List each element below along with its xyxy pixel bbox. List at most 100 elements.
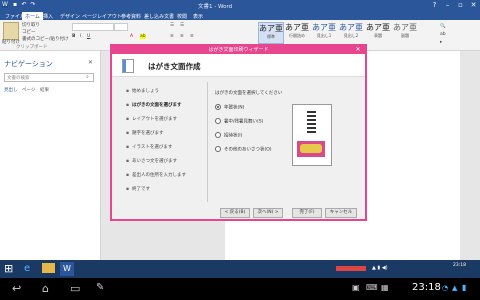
style-label: 見出し1 bbox=[316, 33, 332, 38]
paste-icon[interactable] bbox=[3, 22, 19, 40]
radio-button[interactable] bbox=[215, 104, 221, 110]
radio-button[interactable] bbox=[215, 118, 221, 124]
next-button[interactable]: 次へ(N) > bbox=[253, 208, 283, 218]
search-input[interactable]: 文書の検索 ⌕ bbox=[4, 73, 94, 82]
wizard-step[interactable]: ▪ 差出人の住所を入力します bbox=[126, 172, 186, 178]
search-placeholder: 文書の検索 bbox=[7, 76, 30, 81]
wizard-step[interactable]: ▪ 始めましょう bbox=[126, 88, 159, 94]
step-label: レイアウトを選びます bbox=[132, 117, 177, 122]
screenshot-icon[interactable]: ▦ bbox=[381, 283, 389, 292]
preview-illustration bbox=[297, 141, 325, 157]
style-label: 標準 bbox=[267, 34, 275, 39]
preview-calligraphy bbox=[307, 111, 316, 133]
font-size-box[interactable] bbox=[114, 23, 128, 31]
option-new-year[interactable]: 年賀状(N) bbox=[215, 104, 244, 111]
style-heading2[interactable]: あア亜 見出し2 bbox=[339, 22, 363, 42]
style-sample: あア亜 bbox=[259, 24, 283, 33]
nav-title: ナビゲーション bbox=[4, 60, 53, 68]
undo-icon[interactable]: ↶ bbox=[21, 2, 27, 8]
tab-results[interactable]: 結果 bbox=[40, 87, 49, 93]
dialog-title: はがき文面印刷ウィザード bbox=[112, 46, 365, 54]
style-sample: あア亜 bbox=[285, 23, 309, 32]
align-left-icon[interactable]: ≡ bbox=[170, 34, 174, 39]
highlight-icon[interactable]: ab bbox=[140, 34, 146, 39]
internet-explorer-icon[interactable]: e bbox=[24, 263, 30, 275]
radio-button[interactable] bbox=[215, 146, 221, 152]
file-explorer-icon[interactable] bbox=[42, 263, 55, 273]
style-sample: あア亜 bbox=[339, 23, 363, 32]
windows-taskbar: ⊞ e W ▲ ▮ ◀) 23:18 bbox=[0, 260, 480, 278]
step-label: 差出人の住所を入力します bbox=[132, 173, 186, 178]
cut-button[interactable]: 切り取り bbox=[22, 22, 40, 28]
word-taskbar-icon[interactable]: W bbox=[60, 262, 74, 276]
option-summer-greeting[interactable]: 暑中/残暑見舞い(S) bbox=[215, 118, 263, 125]
option-other-greeting[interactable]: その他のあいさつ状(O) bbox=[215, 146, 272, 153]
back-icon[interactable]: ↩ bbox=[12, 282, 21, 295]
start-icon[interactable]: ⊞ bbox=[4, 263, 13, 275]
tab-headings[interactable]: 見出し bbox=[4, 87, 18, 93]
minimize-button[interactable]: – bbox=[441, 0, 454, 11]
maximize-button[interactable]: ▫ bbox=[454, 0, 467, 11]
recent-apps-icon[interactable]: ▭ bbox=[70, 282, 80, 295]
tray-clock: 23:18 bbox=[453, 263, 466, 268]
postcard-icon bbox=[122, 59, 134, 73]
wizard-step[interactable]: ▪ イラストを選びます bbox=[126, 144, 172, 150]
select-icon[interactable]: ▸ bbox=[440, 40, 442, 45]
home-icon[interactable]: ⌂ bbox=[42, 282, 49, 295]
wizard-step[interactable]: ▪ 終了です bbox=[126, 186, 150, 192]
replace-icon[interactable]: ab bbox=[440, 32, 446, 37]
step-label: イラストを選びます bbox=[132, 145, 173, 150]
style-no-spacing[interactable]: あア亜 行間詰め bbox=[285, 22, 309, 42]
signal-icon: ▲ bbox=[452, 284, 458, 292]
bullets-icon[interactable]: ☰ bbox=[170, 23, 174, 28]
tab-pages[interactable]: ページ bbox=[22, 87, 35, 93]
app-icon[interactable]: ▣ bbox=[352, 283, 360, 292]
redo-icon[interactable]: ↷ bbox=[30, 2, 36, 8]
step-label: あいさつ文を選びます bbox=[132, 159, 177, 164]
search-icon[interactable]: ⌕ bbox=[86, 74, 89, 80]
keyboard-icon[interactable]: ⌨ bbox=[366, 283, 378, 292]
wifi-icon: ◔ bbox=[442, 284, 449, 292]
step-label: 始めましょう bbox=[132, 89, 159, 94]
style-subtitle[interactable]: あア亜 副題 bbox=[393, 22, 417, 42]
nav-close-icon[interactable]: ✕ bbox=[88, 59, 93, 66]
find-icon[interactable]: 🔍 bbox=[440, 24, 446, 29]
wizard-step[interactable]: ▪ あいさつ文を選びます bbox=[126, 158, 177, 164]
battery-icon: ▮ bbox=[462, 283, 467, 292]
style-heading1[interactable]: あア亜 見出し1 bbox=[312, 22, 336, 42]
option-label: その他のあいさつ状(O) bbox=[224, 147, 272, 153]
wizard-step-current[interactable]: ▪ はがきの文面を選びます bbox=[126, 102, 182, 108]
italic-icon[interactable]: I bbox=[80, 34, 81, 39]
postcard-icon-stripe bbox=[123, 60, 126, 72]
close-button[interactable]: ✕ bbox=[467, 0, 480, 11]
style-title[interactable]: あア亜 表題 bbox=[366, 22, 390, 42]
font-color-icon[interactable]: A bbox=[130, 34, 133, 39]
dialog-close-button[interactable]: ✕ bbox=[353, 46, 363, 54]
align-right-icon[interactable]: ≡ bbox=[190, 34, 194, 39]
option-invitation[interactable]: 招待状(I) bbox=[215, 132, 242, 139]
back-button[interactable]: < 戻る(B) bbox=[220, 208, 250, 218]
style-normal[interactable]: あア亜 標準 bbox=[258, 22, 284, 44]
help-icon[interactable]: ? bbox=[428, 0, 441, 11]
tray-icons[interactable]: ▲ ▮ ◀) bbox=[372, 265, 388, 271]
title-bar: W ▪ ↶ ↷ 文書1 - Word ? – ▫ ✕ bbox=[0, 0, 480, 11]
language-bar-icon[interactable] bbox=[336, 266, 366, 271]
numbering-icon[interactable]: ☰ bbox=[180, 23, 184, 28]
wizard-step[interactable]: ▪ 題字を選びます bbox=[126, 130, 164, 136]
bold-icon[interactable]: B bbox=[72, 34, 75, 39]
wizard-step[interactable]: ▪ レイアウトを選びます bbox=[126, 116, 177, 122]
style-label: 行間詰め bbox=[289, 33, 305, 38]
cancel-button[interactable]: キャンセル bbox=[325, 208, 357, 218]
finish-button[interactable]: 完了(F) bbox=[292, 208, 322, 218]
step-label: はがきの文面を選びます bbox=[132, 103, 182, 108]
edit-icon[interactable]: ✎ bbox=[96, 282, 104, 293]
format-painter-button[interactable]: 書式のコピー/貼り付け bbox=[22, 36, 69, 42]
save-icon[interactable]: ▪ bbox=[12, 2, 18, 8]
copy-button[interactable]: コピー bbox=[22, 29, 36, 35]
style-sample: あア亜 bbox=[393, 23, 417, 32]
align-center-icon[interactable]: ≡ bbox=[180, 34, 184, 39]
underline-icon[interactable]: U bbox=[87, 34, 90, 39]
dialog-divider bbox=[207, 82, 208, 202]
radio-button[interactable] bbox=[215, 132, 221, 138]
font-name-box[interactable] bbox=[72, 23, 114, 31]
